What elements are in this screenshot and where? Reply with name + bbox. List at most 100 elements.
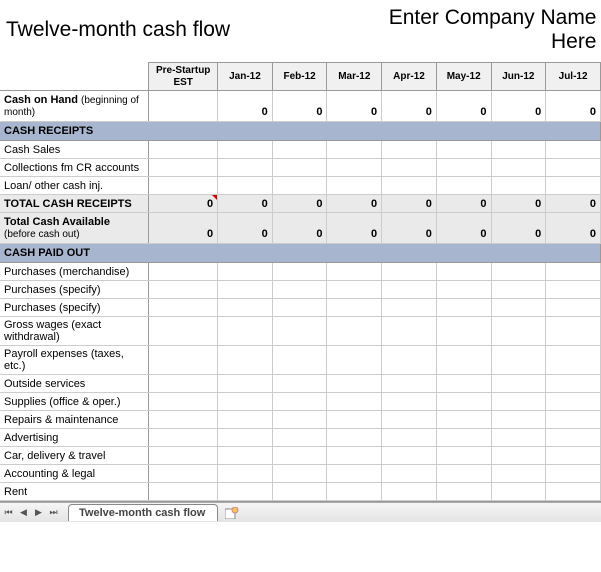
cell[interactable] (272, 141, 327, 159)
cell[interactable] (436, 299, 491, 317)
cell[interactable] (149, 317, 218, 346)
cell[interactable] (491, 375, 546, 393)
cell[interactable] (272, 393, 327, 411)
cell[interactable] (327, 317, 382, 346)
nav-prev-icon[interactable]: ◀ (17, 506, 30, 520)
cell[interactable] (436, 159, 491, 177)
header-apr[interactable]: Apr-12 (382, 63, 437, 91)
nav-last-icon[interactable]: ⏭ (47, 506, 60, 520)
cell[interactable]: 0 (436, 91, 491, 122)
cell[interactable] (149, 141, 218, 159)
cell[interactable] (272, 281, 327, 299)
cell[interactable] (436, 447, 491, 465)
cell[interactable] (272, 429, 327, 447)
cell[interactable] (218, 299, 273, 317)
cell[interactable] (382, 177, 437, 195)
cell[interactable] (149, 375, 218, 393)
label-loan[interactable]: Loan/ other cash inj. (0, 177, 149, 195)
cell[interactable] (491, 263, 546, 281)
cell[interactable] (491, 159, 546, 177)
cell[interactable] (272, 159, 327, 177)
cell[interactable] (491, 281, 546, 299)
cell[interactable]: 0 (272, 213, 327, 244)
header-mar[interactable]: Mar-12 (327, 63, 382, 91)
cell[interactable] (272, 346, 327, 375)
cell[interactable] (382, 483, 437, 501)
nav-next-icon[interactable]: ▶ (32, 506, 45, 520)
cell[interactable] (327, 483, 382, 501)
cell[interactable] (149, 483, 218, 501)
cell[interactable] (327, 411, 382, 429)
cell[interactable] (436, 465, 491, 483)
cell[interactable]: 0 (491, 213, 546, 244)
cell[interactable] (382, 465, 437, 483)
cell[interactable] (546, 346, 601, 375)
cell[interactable]: 0 (546, 213, 601, 244)
cell[interactable] (436, 375, 491, 393)
cell[interactable] (382, 375, 437, 393)
label[interactable]: Gross wages (exact withdrawal) (0, 317, 149, 346)
cell[interactable] (218, 447, 273, 465)
label[interactable]: Rent (0, 483, 149, 501)
cell[interactable] (382, 411, 437, 429)
cell[interactable] (272, 483, 327, 501)
header-jun[interactable]: Jun-12 (491, 63, 546, 91)
cell[interactable]: 0 (149, 195, 218, 213)
cell[interactable] (272, 263, 327, 281)
cell[interactable] (436, 263, 491, 281)
cell[interactable]: 0 (272, 91, 327, 122)
cell[interactable]: 0 (546, 195, 601, 213)
cell[interactable] (436, 346, 491, 375)
sheet-tab-active[interactable]: Twelve-month cash flow (68, 504, 218, 521)
header-feb[interactable]: Feb-12 (272, 63, 327, 91)
cell[interactable] (272, 317, 327, 346)
nav-first-icon[interactable]: ⏮ (2, 506, 15, 520)
label[interactable]: Purchases (specify) (0, 299, 149, 317)
cell[interactable] (491, 465, 546, 483)
cell[interactable] (491, 177, 546, 195)
cell[interactable]: 0 (327, 195, 382, 213)
cell[interactable] (218, 263, 273, 281)
cell[interactable]: 0 (436, 213, 491, 244)
cell[interactable] (272, 411, 327, 429)
cell[interactable] (218, 465, 273, 483)
cell[interactable] (149, 411, 218, 429)
cell[interactable]: 0 (327, 213, 382, 244)
cell[interactable] (491, 346, 546, 375)
cell[interactable] (491, 141, 546, 159)
label[interactable]: Advertising (0, 429, 149, 447)
cell[interactable] (327, 281, 382, 299)
cell[interactable] (546, 447, 601, 465)
cell[interactable] (218, 346, 273, 375)
header-jan[interactable]: Jan-12 (218, 63, 273, 91)
label[interactable]: Accounting & legal (0, 465, 149, 483)
cell[interactable] (382, 263, 437, 281)
cell[interactable] (382, 346, 437, 375)
label-total-receipts[interactable]: TOTAL CASH RECEIPTS (0, 195, 149, 213)
cell[interactable]: 0 (218, 91, 273, 122)
cell[interactable] (546, 429, 601, 447)
cell[interactable] (491, 393, 546, 411)
label[interactable]: Car, delivery & travel (0, 447, 149, 465)
cell[interactable] (149, 263, 218, 281)
cell[interactable] (546, 141, 601, 159)
cell[interactable] (327, 177, 382, 195)
cell[interactable] (327, 429, 382, 447)
label[interactable]: Repairs & maintenance (0, 411, 149, 429)
cell[interactable] (491, 411, 546, 429)
cell[interactable] (546, 483, 601, 501)
cell[interactable] (218, 393, 273, 411)
cell[interactable] (491, 317, 546, 346)
cell[interactable] (327, 141, 382, 159)
cell[interactable] (327, 465, 382, 483)
cell[interactable] (272, 465, 327, 483)
cell[interactable] (546, 299, 601, 317)
cell[interactable] (272, 177, 327, 195)
cell[interactable] (546, 281, 601, 299)
cell[interactable]: 0 (382, 91, 437, 122)
cell[interactable]: 0 (491, 195, 546, 213)
cell[interactable]: 0 (218, 195, 273, 213)
cell[interactable] (327, 375, 382, 393)
cell[interactable] (149, 91, 218, 122)
cell[interactable] (436, 483, 491, 501)
